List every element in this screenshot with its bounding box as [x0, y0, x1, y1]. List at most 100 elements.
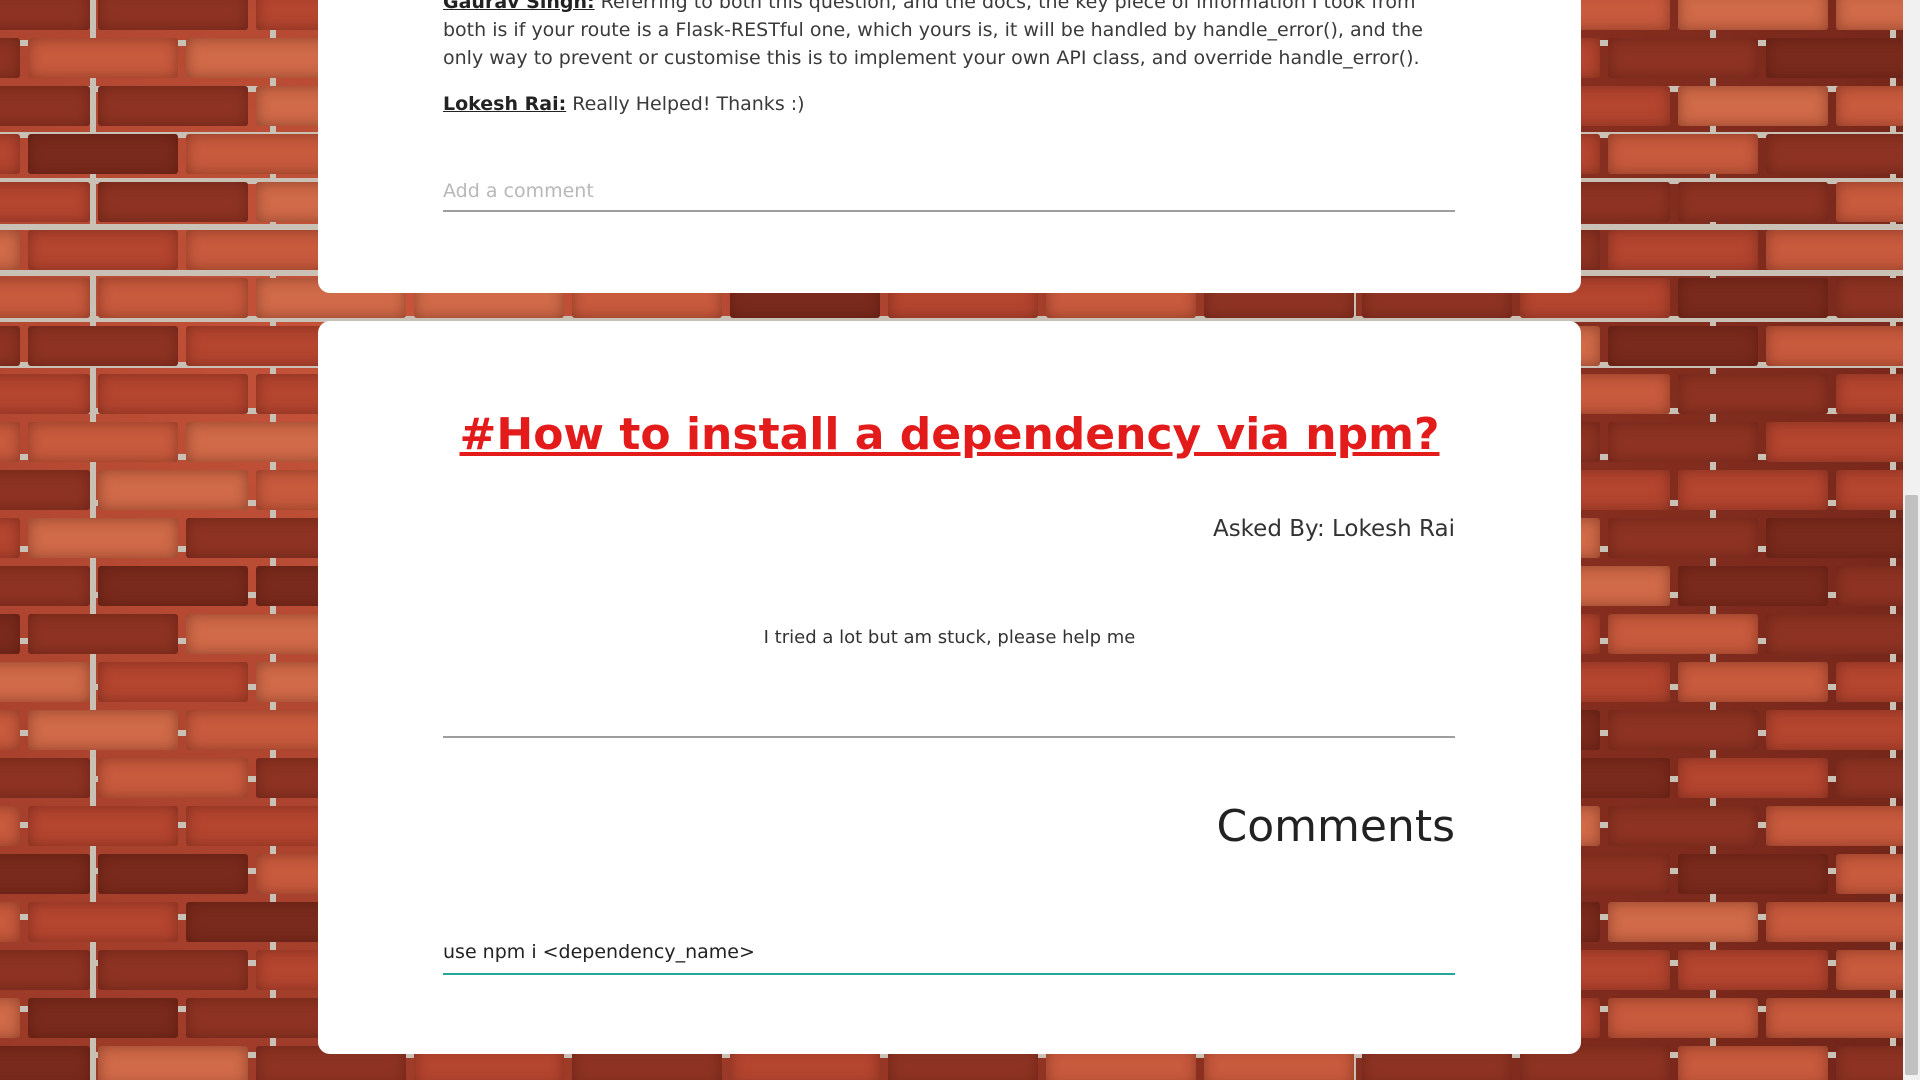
brick: [0, 38, 20, 78]
brick: [1766, 998, 1916, 1038]
brick: [0, 998, 20, 1038]
brick: [1766, 38, 1916, 78]
brick: [1678, 86, 1828, 126]
brick: [98, 662, 248, 702]
brick: [28, 422, 178, 462]
brick: [0, 662, 90, 702]
brick: [1678, 662, 1828, 702]
brick: [28, 518, 178, 558]
brick: [98, 86, 248, 126]
brick: [98, 1046, 248, 1080]
brick: [0, 854, 90, 894]
brick: [0, 86, 90, 126]
brick: [0, 710, 20, 750]
comment-list: Gaurav Singh: Referring to both this que…: [443, 0, 1455, 118]
brick: [186, 998, 336, 1038]
page-scrollbar[interactable]: [1903, 0, 1920, 1080]
brick: [28, 134, 178, 174]
add-comment-input[interactable]: [443, 180, 1455, 212]
brick: [28, 38, 178, 78]
brick: [0, 278, 90, 318]
brick: [1766, 806, 1916, 846]
brick: [1766, 614, 1916, 654]
brick: [186, 710, 336, 750]
brick: [186, 230, 336, 270]
comments-heading: Comments: [1216, 801, 1456, 852]
asked-by-label: Asked By: Lokesh Rai: [1212, 516, 1455, 542]
brick: [98, 0, 248, 30]
brick: [1678, 1046, 1828, 1080]
brick: [28, 806, 178, 846]
brick: [0, 134, 20, 174]
brick: [28, 614, 178, 654]
brick: [1766, 422, 1916, 462]
brick: [1608, 38, 1758, 78]
brick: [0, 0, 90, 30]
brick: [0, 614, 20, 654]
comment-author-link[interactable]: Gaurav Singh:: [443, 0, 595, 13]
brick: [1608, 902, 1758, 942]
brick: [1608, 326, 1758, 366]
brick: [1766, 230, 1916, 270]
question-title-link[interactable]: #How to install a dependency via npm?: [318, 409, 1581, 460]
brick: [1766, 326, 1916, 366]
brick: [0, 950, 90, 990]
brick: [98, 854, 248, 894]
previous-question-card: Gaurav Singh: Referring to both this que…: [318, 0, 1581, 293]
comment-item: Gaurav Singh: Referring to both this que…: [443, 0, 1455, 72]
brick: [186, 422, 336, 462]
brick: [0, 518, 20, 558]
brick: [1678, 182, 1828, 222]
brick: [1766, 902, 1916, 942]
brick: [1608, 614, 1758, 654]
brick: [1608, 134, 1758, 174]
brick: [98, 566, 248, 606]
section-divider: [443, 736, 1455, 738]
brick: [28, 326, 178, 366]
brick: [28, 902, 178, 942]
comment-author-link[interactable]: Lokesh Rai:: [443, 93, 566, 115]
brick: [0, 470, 90, 510]
brick: [98, 950, 248, 990]
brick: [1678, 278, 1828, 318]
comment-input[interactable]: [443, 941, 1455, 975]
brick: [98, 182, 248, 222]
brick: [186, 902, 336, 942]
brick: [28, 230, 178, 270]
brick: [1678, 0, 1828, 30]
brick: [98, 278, 248, 318]
brick: [0, 182, 90, 222]
brick: [186, 518, 336, 558]
brick: [98, 758, 248, 798]
brick: [0, 566, 90, 606]
brick: [28, 998, 178, 1038]
brick: [28, 710, 178, 750]
question-body: I tried a lot but am stuck, please help …: [763, 627, 1136, 648]
brick: [1766, 518, 1916, 558]
brick: [0, 1046, 90, 1080]
brick: [186, 614, 336, 654]
brick: [186, 806, 336, 846]
scrollbar-thumb[interactable]: [1905, 495, 1918, 1075]
brick: [1678, 566, 1828, 606]
brick: [1678, 758, 1828, 798]
brick: [186, 38, 336, 78]
brick: [1608, 518, 1758, 558]
question-card: #How to install a dependency via npm? As…: [318, 321, 1581, 1054]
brick: [186, 326, 336, 366]
brick: [186, 134, 336, 174]
brick: [1766, 710, 1916, 750]
brick: [0, 902, 20, 942]
brick: [0, 374, 90, 414]
comment-item: Lokesh Rai: Really Helped! Thanks :): [443, 90, 1455, 118]
brick: [1678, 374, 1828, 414]
brick: [1678, 854, 1828, 894]
brick: [1608, 998, 1758, 1038]
comment-text: Really Helped! Thanks :): [572, 93, 805, 115]
brick: [1766, 134, 1916, 174]
brick: [0, 422, 20, 462]
brick: [1608, 422, 1758, 462]
brick: [0, 230, 20, 270]
brick: [1608, 710, 1758, 750]
brick: [0, 326, 20, 366]
